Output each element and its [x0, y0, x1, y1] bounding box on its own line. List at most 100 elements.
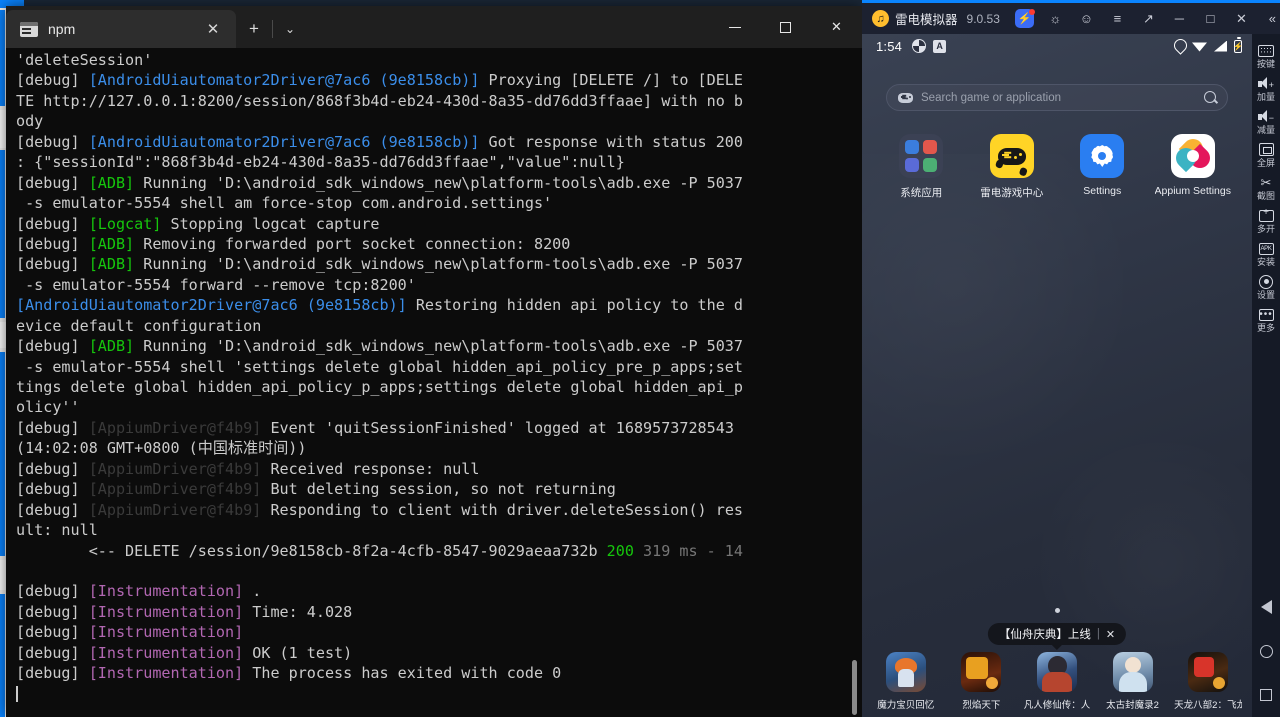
terminal-line: -s emulator-5554 forward --remove tcp:82… [16, 275, 416, 294]
keyboard-icon [1258, 43, 1275, 58]
terminal-line: [debug] [Instrumentation] . [16, 582, 262, 601]
app-label: Settings [1083, 185, 1122, 197]
new-tab-button[interactable]: + [236, 10, 272, 48]
ldplayer-window[interactable]: ♫ 雷电模拟器 9.0.53 ⚡ ☼ ☺ ≡ ↗ ─ □ ✕ « 1:54 A [862, 0, 1280, 717]
app-appium-settings[interactable]: Appium Settings [1148, 134, 1239, 200]
dock-item-label: 天龙八部2：飞龙 [1174, 700, 1243, 711]
close-button[interactable]: ✕ [811, 6, 862, 48]
fullscreen-icon [1258, 142, 1275, 157]
terminal-window[interactable]: npm ✕ + ⌄ ✕ 'deleteSession' [debug] [Andr… [6, 6, 862, 717]
app-label: Appium Settings [1154, 185, 1231, 197]
terminal-scrollbar[interactable] [849, 50, 859, 715]
dock-item-label: 太古封魔录2 [1106, 700, 1159, 711]
close-icon[interactable]: ✕ [1106, 628, 1115, 641]
toolbar-fullscreen[interactable]: 全屏 [1252, 138, 1280, 171]
close-icon[interactable]: ✕ [200, 16, 226, 42]
boost-icon[interactable]: ⚡ [1012, 7, 1037, 31]
game-icon-4 [1112, 652, 1153, 692]
appium-settings-icon [1170, 134, 1215, 178]
volume-up-icon: + [1258, 76, 1275, 91]
dock-item[interactable]: 魔力宝贝回忆 [872, 652, 940, 711]
toolbar-label: 全屏 [1256, 158, 1275, 168]
dock-item[interactable]: 凡人修仙传：人 [1023, 652, 1091, 711]
toolbar-label: 多开 [1256, 224, 1275, 234]
ldplayer-title: 雷电模拟器 [895, 13, 958, 27]
chevron-down-icon[interactable]: ⌄ [272, 10, 308, 48]
terminal-tab-label: npm [48, 21, 76, 37]
terminal-line: olicy'' [16, 398, 80, 417]
game-icon-3 [1036, 652, 1077, 692]
status-time: 1:54 [876, 38, 903, 54]
account-icon[interactable]: ☺ [1074, 7, 1099, 31]
toolbar-label: 按键 [1256, 59, 1275, 69]
toolbar-multi-instance[interactable]: 多开 [1252, 204, 1280, 237]
terminal-line: : {"sessionId":"868f3b4d-eb24-430d-8a35-… [16, 153, 625, 172]
app-grid: 系统应用 雷电游戏中心 Settings Appium Settings [876, 134, 1238, 200]
toolbar-apk-install[interactable]: APK 安装 [1252, 237, 1280, 270]
nav-recents-button[interactable] [1252, 673, 1280, 717]
background-window-accent [0, 150, 5, 318]
terminal-line: ody [16, 112, 44, 131]
dock-item[interactable]: 烈焰天下 [947, 652, 1015, 711]
battery-charging-icon: ⚡ [1233, 37, 1243, 53]
terminal-line: [debug] [AndroidUiautomator2Driver@7ac6 … [16, 71, 743, 90]
terminal-output[interactable]: 'deleteSession' [debug] [AndroidUiautomat… [6, 48, 862, 717]
search-input[interactable]: Search game or application [921, 92, 1196, 104]
ldplayer-logo-icon: ♫ [872, 10, 889, 27]
ld-game-center-icon [989, 134, 1034, 178]
game-icon-2 [961, 652, 1002, 692]
ldplayer-titlebar[interactable]: ♫ 雷电模拟器 9.0.53 ⚡ ☼ ☺ ≡ ↗ ─ □ ✕ « [862, 3, 1280, 34]
dock-item-label: 魔力宝贝回忆 [877, 700, 935, 711]
toolbar-more[interactable]: ••• 更多 [1252, 303, 1280, 336]
toolbar-screenshot[interactable]: ✂ 截图 [1252, 171, 1280, 204]
toolbar-label: 更多 [1256, 323, 1275, 333]
system-apps-folder-icon [899, 134, 944, 178]
toolbar-volume-up[interactable]: + 加量 [1252, 72, 1280, 105]
menu-icon[interactable]: ≡ [1105, 7, 1130, 31]
app-ld-game-center[interactable]: 雷电游戏中心 [967, 134, 1058, 200]
collapse-icon[interactable]: « [1260, 7, 1280, 31]
toolbar-volume-down[interactable]: − 减量 [1252, 105, 1280, 138]
app-system-apps[interactable]: 系统应用 [876, 134, 967, 200]
terminal-titlebar[interactable]: npm ✕ + ⌄ ✕ [6, 6, 862, 48]
home-circle-icon [1259, 644, 1273, 658]
maximize-icon[interactable]: □ [1198, 7, 1223, 31]
toolbar-label: 设置 [1256, 290, 1275, 300]
terminal-window-controls: ✕ [709, 6, 862, 48]
dock-item[interactable]: 太古封魔录2 [1099, 652, 1167, 711]
minimize-icon[interactable]: ─ [1167, 7, 1192, 31]
terminal-tab-npm[interactable]: npm ✕ [6, 10, 236, 48]
terminal-line: [debug] [Instrumentation] OK (1 test) [16, 643, 353, 662]
app-settings[interactable]: Settings [1057, 134, 1148, 200]
terminal-line: [debug] [AppiumDriver@f4b9] Responding t… [16, 500, 743, 519]
terminal-line: [debug] [ADB] Running 'D:\android_sdk_wi… [16, 255, 743, 274]
terminal-line: [debug] [Instrumentation] Time: 4.028 [16, 602, 353, 621]
terminal-line: evice default configuration [16, 316, 262, 335]
more-icon: ••• [1258, 308, 1274, 321]
settings-gear-icon [1080, 134, 1125, 178]
nav-home-button[interactable] [1252, 629, 1280, 673]
toolbar-label: 加量 [1256, 92, 1275, 102]
share-icon[interactable]: ↗ [1136, 7, 1161, 31]
android-screen[interactable]: 1:54 A ⚡ Search game or application 系统应用… [862, 34, 1252, 717]
terminal-line: [debug] [ADB] Running 'D:\android_sdk_wi… [16, 173, 743, 192]
toolbar-keyboard[interactable]: 按键 [1252, 39, 1280, 72]
gamepad-icon[interactable]: ☼ [1043, 7, 1068, 31]
toolbar-settings[interactable]: 设置 [1252, 270, 1280, 303]
location-icon [1174, 39, 1185, 53]
nav-back-button[interactable] [1252, 585, 1280, 629]
game-icon-1 [885, 652, 926, 692]
terminal-scrollbar-thumb[interactable] [852, 660, 857, 715]
recents-square-icon [1260, 689, 1272, 701]
search-bar[interactable]: Search game or application [886, 84, 1228, 111]
promo-tooltip[interactable]: 【仙舟庆典】上线 | ✕ [987, 623, 1127, 650]
terminal-cursor [16, 684, 862, 704]
minimize-button[interactable] [709, 6, 760, 48]
ldplayer-version: 9.0.53 [966, 11, 1000, 26]
multi-instance-icon [1258, 208, 1275, 223]
close-icon[interactable]: ✕ [1229, 7, 1254, 31]
maximize-button[interactable] [760, 6, 811, 48]
dock-item[interactable]: 天龙八部2：飞龙 [1174, 652, 1242, 711]
search-icon[interactable] [1204, 91, 1217, 104]
terminal-line: -s emulator-5554 shell am force-stop com… [16, 194, 553, 213]
